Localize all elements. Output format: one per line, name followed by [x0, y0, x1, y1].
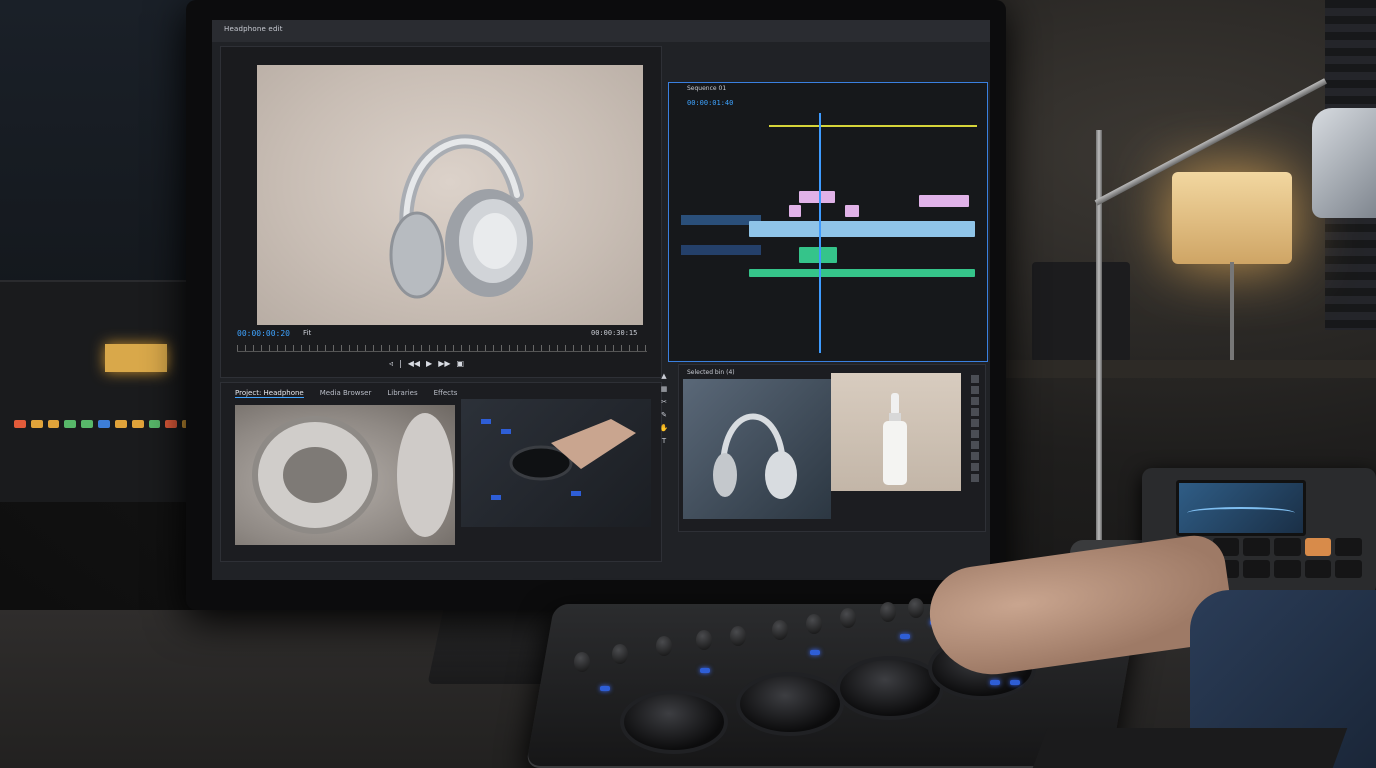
control-knob[interactable] — [612, 644, 628, 664]
control-knob[interactable] — [908, 598, 924, 618]
surface-button[interactable] — [810, 650, 820, 655]
trackball[interactable] — [620, 690, 728, 754]
control-surface-parts — [0, 0, 1376, 768]
control-knob[interactable] — [840, 608, 856, 628]
trackball[interactable] — [736, 672, 844, 736]
surface-button[interactable] — [1010, 680, 1020, 685]
surface-button[interactable] — [600, 686, 610, 691]
keyboard — [1032, 728, 1348, 768]
control-knob[interactable] — [730, 626, 746, 646]
control-knob[interactable] — [656, 636, 672, 656]
surface-button[interactable] — [990, 680, 1000, 685]
control-knob[interactable] — [574, 652, 590, 672]
control-knob[interactable] — [696, 630, 712, 650]
control-knob[interactable] — [880, 602, 896, 622]
surface-button[interactable] — [700, 668, 710, 673]
control-knob[interactable] — [806, 614, 822, 634]
surface-button[interactable] — [900, 634, 910, 639]
control-knob[interactable] — [772, 620, 788, 640]
